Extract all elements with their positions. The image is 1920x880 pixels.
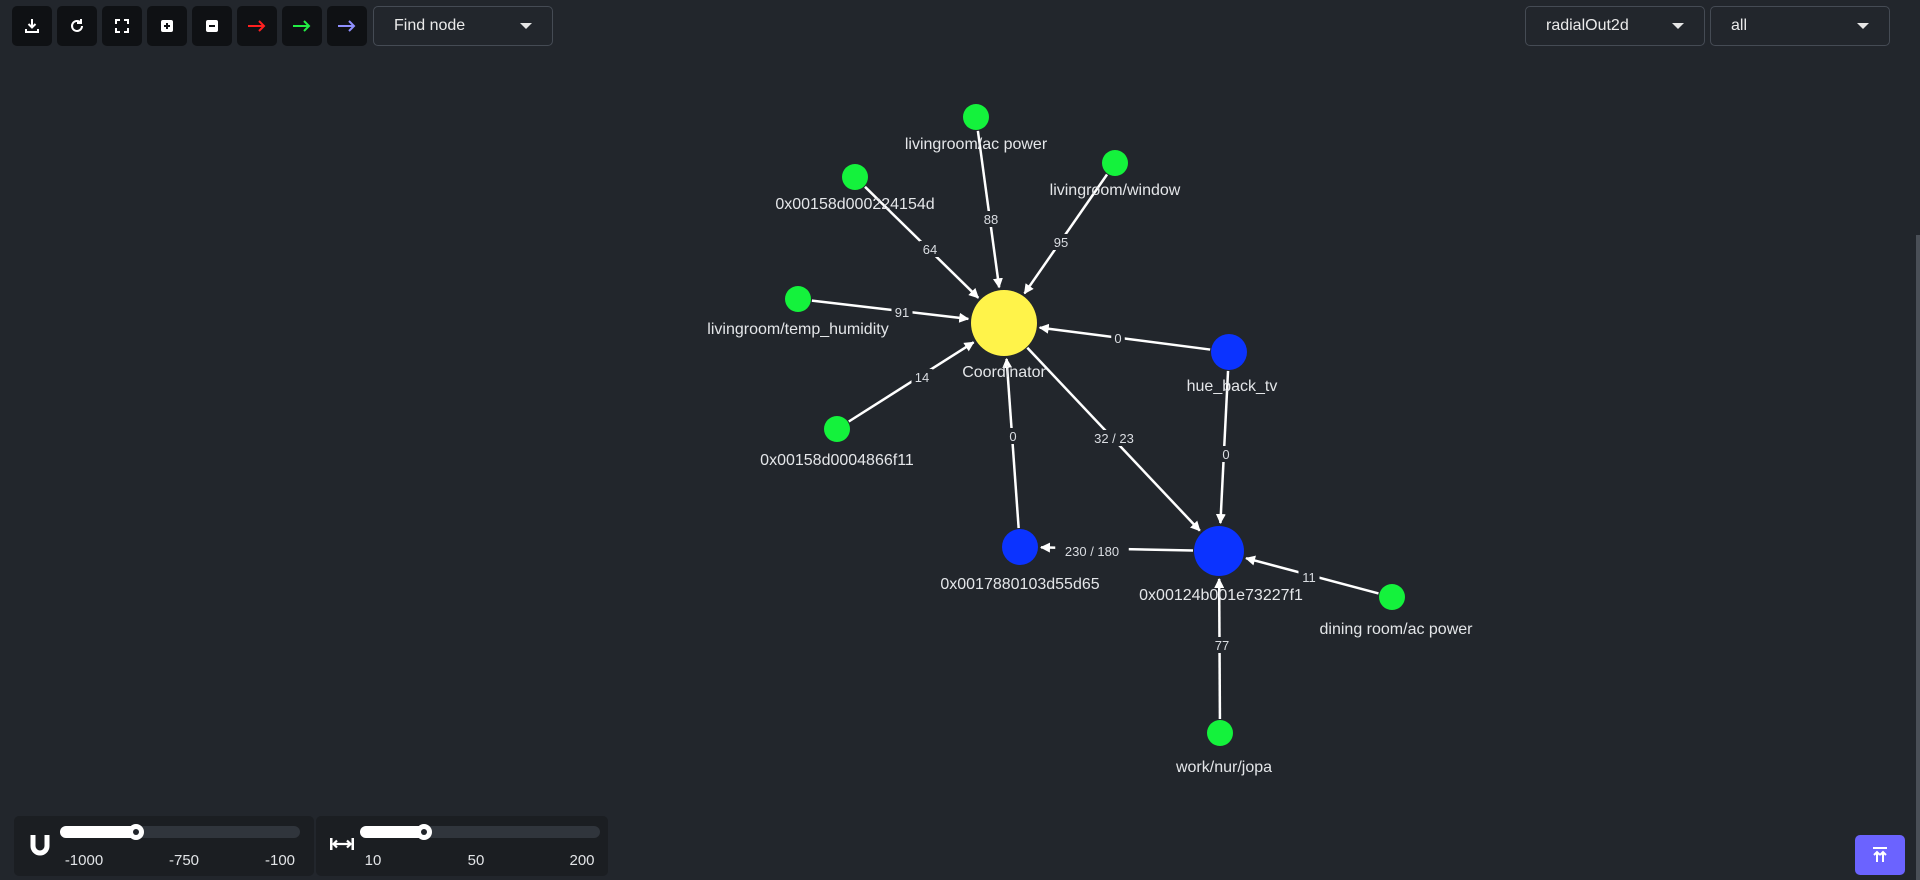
find-node-select[interactable]: Find node — [373, 6, 553, 46]
graph-node-temp[interactable] — [785, 286, 811, 312]
edge-label: 14 — [915, 370, 929, 385]
edge-label: 0 — [1114, 331, 1121, 346]
edge-label: 0 — [1009, 429, 1016, 444]
graph-edge[interactable] — [1038, 323, 1211, 351]
node-label: Coordinator — [962, 364, 1046, 381]
node-label: dining room/ac power — [1320, 621, 1474, 638]
edge-label: 32 / 23 — [1094, 431, 1134, 446]
filter-select[interactable]: all — [1710, 6, 1890, 46]
zoom-out-icon — [206, 20, 218, 32]
edge-label: 95 — [1054, 235, 1068, 250]
layout-select[interactable]: radialOut2d — [1525, 6, 1705, 46]
scroll-to-top-button[interactable] — [1855, 835, 1905, 875]
node-label: work/nur/jopa — [1175, 759, 1272, 776]
node-label: hue_back_tv — [1187, 378, 1278, 395]
download-icon — [25, 19, 39, 33]
graph-node-dev-5d65[interactable] — [1002, 529, 1038, 565]
graph-node-coord[interactable] — [971, 290, 1037, 356]
graph-node-work[interactable] — [1207, 720, 1233, 746]
layout-select-value: radialOut2d — [1546, 17, 1629, 34]
node-label: 0x0017880103d55d65 — [940, 576, 1099, 593]
refresh-button[interactable] — [57, 6, 97, 46]
graph-edge[interactable] — [811, 299, 970, 323]
filter-select-value: all — [1731, 17, 1748, 34]
slider-tick-label: 10 — [364, 852, 382, 869]
node-spacing-slider-thumb[interactable] — [416, 824, 432, 840]
graph-node-dining[interactable] — [1379, 584, 1405, 610]
graph-node-dev-6f11[interactable] — [824, 416, 850, 442]
find-node-label: Find node — [394, 17, 466, 34]
edge-label: 88 — [984, 212, 998, 227]
graph-edge[interactable] — [976, 130, 1003, 289]
link-distance-slider-thumb[interactable] — [128, 824, 144, 840]
slider-tick-label: -1000 — [64, 852, 104, 869]
node-label: 0x00158d0004866f11 — [760, 452, 914, 469]
chevron-down-icon — [520, 23, 532, 29]
refresh-icon — [71, 19, 83, 32]
link-distance-slider-panel: -1000 -750 -100 — [14, 816, 314, 876]
zoom-out-button[interactable] — [192, 6, 232, 46]
node-spacing-slider[interactable] — [360, 824, 600, 840]
node-label: 0x00124b001e73227f1 — [1139, 587, 1303, 604]
edge-label: 11 — [1302, 570, 1316, 585]
graph-node-ac-power[interactable] — [963, 104, 989, 130]
horizontal-resize-icon — [330, 838, 354, 850]
edge-label: 230 / 180 — [1065, 544, 1119, 559]
edge-label: 77 — [1215, 638, 1229, 653]
network-graph[interactable]: 88 64 95 91 14 0 0 32 / 23 0 230 / 180 11 77 Coordi… — [0, 0, 1920, 880]
chevron-down-icon — [1672, 23, 1684, 29]
fit-screen-icon — [115, 19, 129, 33]
link-distance-slider[interactable] — [60, 824, 300, 840]
graph-node-hue[interactable] — [1211, 334, 1247, 370]
fit-screen-button[interactable] — [102, 6, 142, 46]
highlight-red-links-button[interactable] — [237, 6, 277, 46]
scrollbar[interactable] — [1916, 235, 1920, 880]
slider-tick-label: 200 — [569, 852, 595, 869]
slider-tick-label: -750 — [168, 852, 200, 869]
scroll-to-top-icon — [1873, 847, 1887, 862]
edge-label: 64 — [923, 242, 937, 257]
zoom-in-icon — [161, 20, 173, 32]
download-button[interactable] — [12, 6, 52, 46]
edge-label: 91 — [895, 305, 909, 320]
node-label: livingroom/temp_humidity — [707, 321, 888, 338]
zoom-in-button[interactable] — [147, 6, 187, 46]
graph-node-dev-154d[interactable] — [842, 164, 868, 190]
node-spacing-slider-panel: 10 50 200 — [316, 816, 608, 876]
highlight-green-links-button[interactable] — [282, 6, 322, 46]
network-map-page: 88 64 95 91 14 0 0 32 / 23 0 230 / 180 11 77 Coordi… — [0, 0, 1920, 880]
chevron-down-icon — [1857, 23, 1869, 29]
node-label: livingroom/ac power — [905, 136, 1048, 153]
graph-node-window[interactable] — [1102, 150, 1128, 176]
slider-tick-label: -100 — [264, 852, 296, 869]
graph-edge[interactable] — [848, 341, 975, 423]
node-label: livingroom/window — [1050, 182, 1181, 199]
magnet-icon — [30, 835, 50, 856]
edge-label: 0 — [1222, 447, 1229, 462]
slider-tick-label: 50 — [467, 852, 485, 869]
node-label: 0x00158d000224154d — [775, 196, 934, 213]
toolbar: Find node — [12, 6, 553, 46]
view-controls: radialOut2d all — [1525, 6, 1890, 46]
highlight-purple-links-button[interactable] — [327, 6, 367, 46]
arrow-right-icon — [338, 20, 356, 32]
arrow-right-icon — [248, 20, 266, 32]
arrow-right-icon — [293, 20, 311, 32]
graph-node-dev-27f1[interactable] — [1194, 526, 1244, 576]
